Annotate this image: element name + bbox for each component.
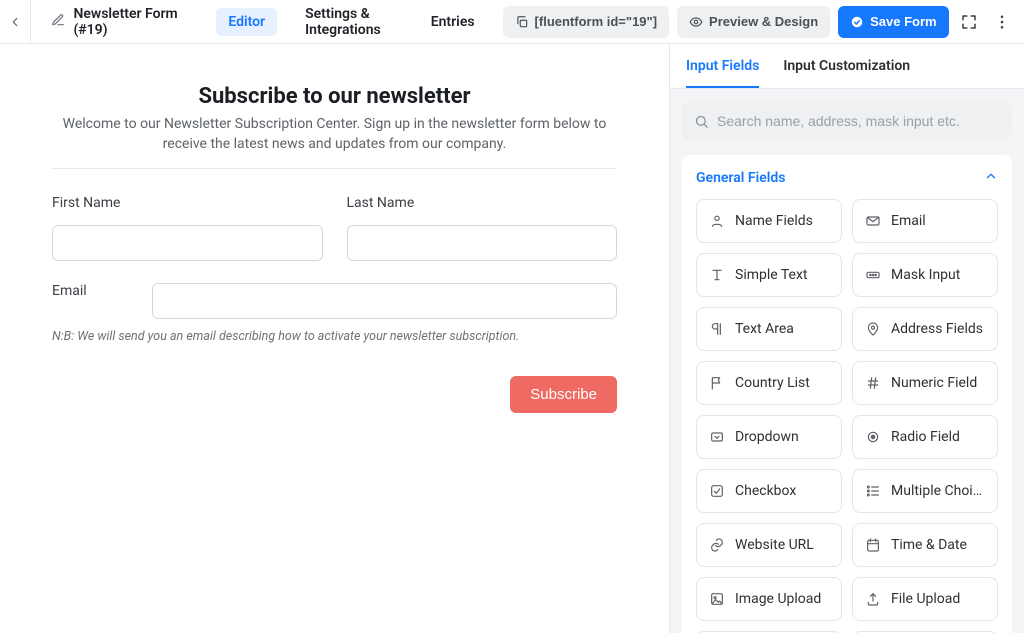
- field-tile-checkbox[interactable]: Checkbox: [696, 469, 842, 513]
- primary-tabs: Editor Settings & Integrations Entries: [216, 0, 486, 44]
- first-name-label: First Name: [52, 195, 323, 211]
- field-search-input[interactable]: [717, 113, 1000, 129]
- field-tile-text-area[interactable]: Text Area: [696, 307, 842, 351]
- tab-entries[interactable]: Entries: [419, 8, 487, 36]
- right-panel-body: General Fields Name Fields Email: [670, 89, 1024, 633]
- field-tile-website-url[interactable]: Website URL: [696, 523, 842, 567]
- subscribe-button[interactable]: Subscribe: [510, 376, 617, 413]
- right-panel: Input Fields Input Customization General…: [669, 44, 1024, 633]
- flag-icon: [709, 375, 725, 391]
- form-title[interactable]: Newsletter Form (#19): [73, 6, 186, 38]
- field-tile-simple-text[interactable]: Simple Text: [696, 253, 842, 297]
- back-button[interactable]: [0, 0, 31, 43]
- save-label: Save Form: [870, 14, 936, 29]
- image-icon: [709, 591, 725, 607]
- main-area: Subscribe to our newsletter Welcome to o…: [0, 44, 1024, 633]
- text-icon: [709, 267, 725, 283]
- save-form-button[interactable]: Save Form: [838, 6, 948, 38]
- email-help-text: N:B: We will send you an email describin…: [52, 329, 617, 344]
- chevron-up-icon: [984, 169, 998, 187]
- field-tile-time-date[interactable]: Time & Date: [852, 523, 998, 567]
- form-title-wrap: Newsletter Form (#19): [39, 6, 198, 38]
- top-bar: Newsletter Form (#19) Editor Settings & …: [0, 0, 1024, 44]
- radio-icon: [865, 429, 881, 445]
- fullscreen-button[interactable]: [957, 7, 982, 37]
- field-search[interactable]: [682, 101, 1012, 141]
- upload-icon: [865, 591, 881, 607]
- field-tile-file-upload[interactable]: File Upload: [852, 577, 998, 621]
- dropdown-icon: [709, 429, 725, 445]
- field-tile-radio-field[interactable]: Radio Field: [852, 415, 998, 459]
- last-name-label: Last Name: [347, 195, 618, 211]
- group-title: General Fields: [696, 170, 785, 186]
- field-tile-mask-input[interactable]: Mask Input: [852, 253, 998, 297]
- email-row[interactable]: Email: [52, 283, 617, 319]
- preview-button[interactable]: Preview & Design: [677, 6, 830, 38]
- last-name-field: Last Name: [347, 195, 618, 261]
- mask-icon: [865, 267, 881, 283]
- shortcode-button[interactable]: [fluentform id="19"]: [503, 6, 669, 38]
- tab-editor[interactable]: Editor: [216, 8, 277, 36]
- more-menu-button[interactable]: [989, 7, 1014, 37]
- pencil-icon[interactable]: [51, 13, 65, 31]
- tab-input-customization[interactable]: Input Customization: [783, 58, 910, 88]
- form-heading[interactable]: Subscribe to our newsletter: [52, 84, 617, 115]
- check-circle-icon: [850, 15, 864, 29]
- search-icon: [694, 114, 709, 129]
- first-name-input[interactable]: [52, 225, 323, 261]
- last-name-input[interactable]: [347, 225, 618, 261]
- form-description[interactable]: Welcome to our Newsletter Subscription C…: [52, 115, 617, 168]
- field-tile-country-list[interactable]: Country List: [696, 361, 842, 405]
- field-tile-email[interactable]: Email: [852, 199, 998, 243]
- tab-settings[interactable]: Settings & Integrations: [293, 0, 403, 44]
- divider: [52, 168, 617, 169]
- name-row[interactable]: First Name Last Name: [52, 195, 617, 261]
- general-fields-toggle[interactable]: General Fields: [696, 169, 998, 187]
- field-tile-dropdown[interactable]: Dropdown: [696, 415, 842, 459]
- form-canvas: Subscribe to our newsletter Welcome to o…: [0, 44, 669, 633]
- right-tabs: Input Fields Input Customization: [670, 44, 1024, 89]
- field-tile-address-fields[interactable]: Address Fields: [852, 307, 998, 351]
- hash-icon: [865, 375, 881, 391]
- field-tile-numeric-field[interactable]: Numeric Field: [852, 361, 998, 405]
- user-icon: [709, 213, 725, 229]
- eye-icon: [689, 15, 703, 29]
- shortcode-text: [fluentform id="19"]: [535, 14, 657, 29]
- email-label: Email: [52, 283, 132, 299]
- general-fields-card: General Fields Name Fields Email: [682, 155, 1012, 633]
- preview-label: Preview & Design: [709, 14, 818, 29]
- field-tile-name-fields[interactable]: Name Fields: [696, 199, 842, 243]
- field-tile-image-upload[interactable]: Image Upload: [696, 577, 842, 621]
- submit-row[interactable]: Subscribe: [52, 376, 617, 413]
- copy-icon: [515, 15, 529, 29]
- calendar-icon: [865, 537, 881, 553]
- map-pin-icon: [865, 321, 881, 337]
- field-tile-multiple-choice[interactable]: Multiple Choice: [852, 469, 998, 513]
- link-icon: [709, 537, 725, 553]
- chevron-left-icon: [8, 15, 22, 29]
- email-input[interactable]: [152, 283, 617, 319]
- checkbox-icon: [709, 483, 725, 499]
- list-icon: [865, 483, 881, 499]
- dots-vertical-icon: [993, 13, 1011, 31]
- field-grid: Name Fields Email Simple Text Mask Input: [696, 199, 998, 633]
- tab-input-fields[interactable]: Input Fields: [686, 58, 759, 88]
- expand-icon: [960, 13, 978, 31]
- mail-icon: [865, 213, 881, 229]
- first-name-field: First Name: [52, 195, 323, 261]
- paragraph-icon: [709, 321, 725, 337]
